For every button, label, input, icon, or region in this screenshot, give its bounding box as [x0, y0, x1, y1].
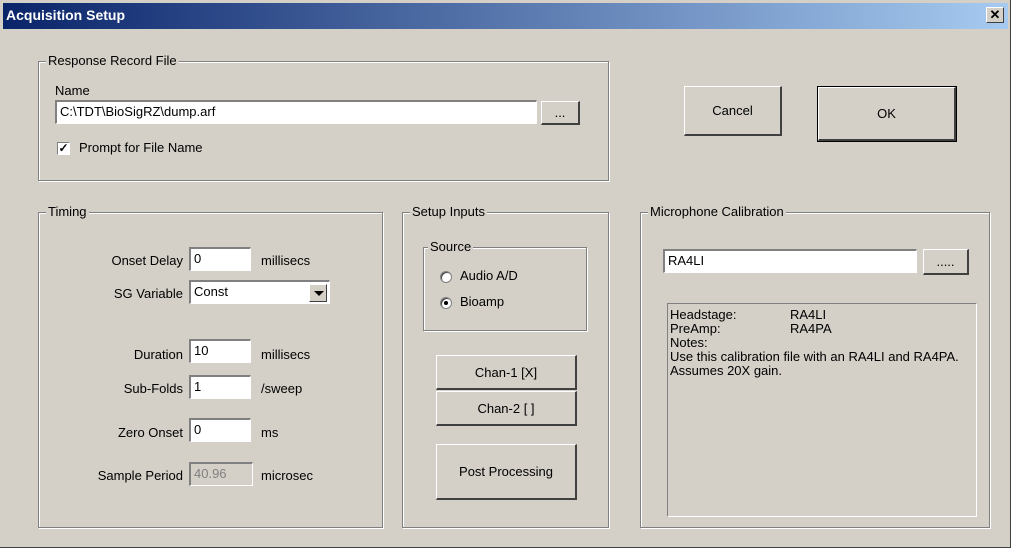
close-icon[interactable]: ✕	[986, 7, 1004, 23]
duration-input[interactable]: 10	[189, 339, 251, 363]
onset-delay-label: Onset Delay	[111, 253, 183, 268]
duration-label: Duration	[133, 347, 183, 362]
prompt-label: Prompt for File Name	[79, 140, 203, 155]
timing-legend: Timing	[46, 204, 89, 220]
sample-period-input: 40.96	[189, 462, 253, 486]
bioamp-radio[interactable]	[440, 297, 452, 309]
zero-onset-label: Zero Onset	[117, 425, 183, 440]
audio-ad-label: Audio A/D	[460, 268, 518, 283]
preamp-key: PreAmp:	[670, 321, 721, 336]
calibration-notes-panel: Headstage: RA4LI PreAmp: RA4PA Notes: Us…	[667, 303, 977, 517]
sample-period-label: Sample Period	[97, 468, 183, 483]
source-legend: Source	[428, 239, 474, 255]
zero-onset-input[interactable]: 0	[189, 418, 251, 442]
notes-text: Use this calibration file with an RA4LI …	[670, 349, 959, 378]
microphone-calibration-legend: Microphone Calibration	[648, 204, 786, 220]
calibration-file-input[interactable]: RA4LI	[663, 249, 917, 273]
zero-onset-unit: ms	[261, 425, 279, 440]
onset-delay-unit: millisecs	[261, 253, 311, 268]
acquisition-setup-dialog: Acquisition Setup ✕ Response Record File…	[0, 0, 1011, 548]
ok-button[interactable]: OK	[817, 86, 957, 142]
setup-inputs-group: Setup Inputs Source Audio A/D Bioamp Cha…	[402, 204, 609, 528]
duration-unit: millisecs	[261, 347, 311, 362]
audio-ad-radio[interactable]	[440, 271, 452, 283]
sg-variable-label: SG Variable	[113, 286, 183, 301]
sub-folds-unit: /sweep	[261, 381, 303, 396]
headstage-key: Headstage:	[670, 307, 737, 322]
timing-group: Timing Onset Delay 0 millisecs SG Variab…	[38, 204, 383, 528]
window-title: Acquisition Setup	[6, 7, 125, 23]
browse-file-button[interactable]: ...	[541, 101, 580, 125]
headstage-value: RA4LI	[790, 307, 827, 322]
prompt-checkbox[interactable]: ✓	[57, 142, 70, 155]
sub-folds-input[interactable]: 1	[189, 375, 251, 399]
post-processing-button[interactable]: Post Processing	[436, 444, 577, 500]
chan-2-button[interactable]: Chan-2 [ ]	[436, 391, 577, 426]
sample-period-unit: microsec	[261, 468, 314, 483]
file-path-input[interactable]: C:\TDT\BioSigRZ\dump.arf	[55, 100, 537, 124]
microphone-calibration-group: Microphone Calibration RA4LI ..... Heads…	[640, 204, 990, 528]
cancel-button[interactable]: Cancel	[684, 86, 782, 136]
source-group: Source Audio A/D Bioamp	[423, 239, 587, 331]
chevron-down-icon[interactable]	[309, 284, 327, 302]
response-record-file-group: Response Record File Name C:\TDT\BioSigR…	[38, 53, 609, 181]
chan-1-button[interactable]: Chan-1 [X]	[436, 355, 577, 390]
name-label: Name	[55, 83, 90, 98]
onset-delay-input[interactable]: 0	[189, 247, 251, 271]
title-bar: Acquisition Setup ✕	[3, 3, 1008, 29]
preamp-value: RA4PA	[790, 321, 832, 336]
bioamp-label: Bioamp	[460, 294, 505, 309]
response-record-file-legend: Response Record File	[46, 53, 179, 69]
sg-variable-value: Const	[194, 284, 228, 299]
sg-variable-select[interactable]: Const	[189, 280, 330, 304]
setup-inputs-legend: Setup Inputs	[410, 204, 487, 220]
notes-key: Notes:	[670, 335, 708, 350]
calibration-browse-button[interactable]: .....	[923, 249, 969, 275]
sub-folds-label: Sub-Folds	[123, 381, 183, 396]
